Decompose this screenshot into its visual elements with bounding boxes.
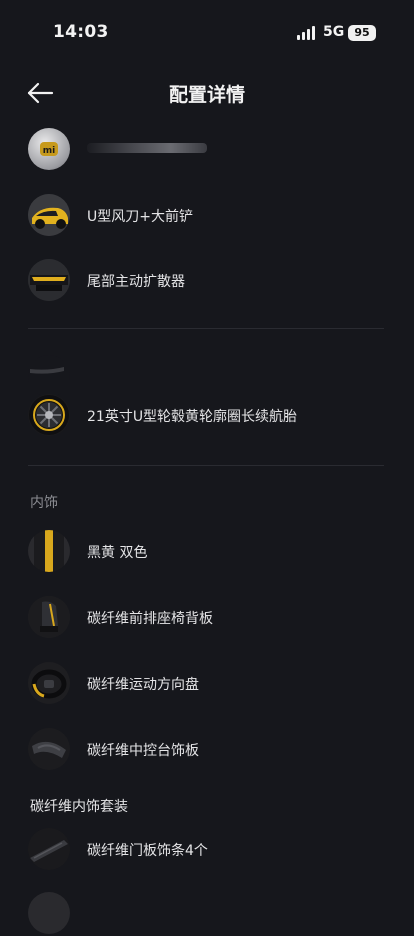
group-label-interior-kit: 碳纤维内饰套装 xyxy=(30,799,128,815)
redacted-label xyxy=(87,143,207,153)
status-bar: 14:03 5G 95 xyxy=(0,0,414,64)
list-item-front-blade[interactable]: U型风刀+大前铲 xyxy=(28,194,388,238)
item-label: 碳纤维运动方向盘 xyxy=(87,677,199,693)
battery-badge: 95 xyxy=(348,25,376,41)
wheel-icon xyxy=(28,394,70,436)
list-item-mi-badge[interactable]: mi xyxy=(28,128,388,172)
status-time: 14:03 xyxy=(53,22,109,42)
mi-logo-icon: mi xyxy=(28,128,70,170)
steering-wheel-icon xyxy=(28,662,70,704)
divider xyxy=(28,465,384,466)
item-label: 碳纤维中控台饰板 xyxy=(87,743,199,759)
door-trim-icon xyxy=(28,828,70,870)
svg-text:mi: mi xyxy=(43,146,55,156)
seat-back-icon xyxy=(28,596,70,638)
list-item-color[interactable]: 黑黄 双色 xyxy=(28,530,388,574)
partial-thumb-icon xyxy=(28,892,70,934)
item-label: 尾部主动扩散器 xyxy=(87,274,185,290)
list-item-partial[interactable] xyxy=(28,892,388,936)
item-label: 21英寸U型轮毂黄轮廓圈长续航胎 xyxy=(87,409,298,425)
nav-bar: 配置详情 xyxy=(0,70,414,116)
console-trim-icon xyxy=(28,728,70,770)
list-item-carbon-strip[interactable] xyxy=(28,355,388,399)
section-label-interior: 内饰 xyxy=(30,495,58,511)
page-title: 配置详情 xyxy=(168,84,245,106)
item-label: 碳纤维门板饰条4个 xyxy=(87,843,208,859)
signal-icon xyxy=(297,26,317,40)
item-label: U型风刀+大前铲 xyxy=(87,209,193,225)
divider xyxy=(28,328,384,329)
list-item-rear-diffuser[interactable]: 尾部主动扩散器 xyxy=(28,259,388,303)
network-label: 5G xyxy=(323,24,345,40)
item-label: 碳纤维前排座椅背板 xyxy=(87,611,213,627)
list-item-seat-back[interactable]: 碳纤维前排座椅背板 xyxy=(28,596,388,640)
rear-diffuser-icon xyxy=(28,259,70,301)
color-swatch-icon xyxy=(28,530,70,572)
item-label: 黑黄 双色 xyxy=(87,545,148,561)
list-item-wheel[interactable]: 21英寸U型轮毂黄轮廓圈长续航胎 xyxy=(28,394,388,438)
list-item-steering-wheel[interactable]: 碳纤维运动方向盘 xyxy=(28,662,388,706)
list-item-console-trim[interactable]: 碳纤维中控台饰板 xyxy=(28,728,388,772)
carbon-strip-icon xyxy=(28,355,70,397)
list-item-door-trim[interactable]: 碳纤维门板饰条4个 xyxy=(28,828,388,872)
front-blade-icon xyxy=(28,194,70,236)
